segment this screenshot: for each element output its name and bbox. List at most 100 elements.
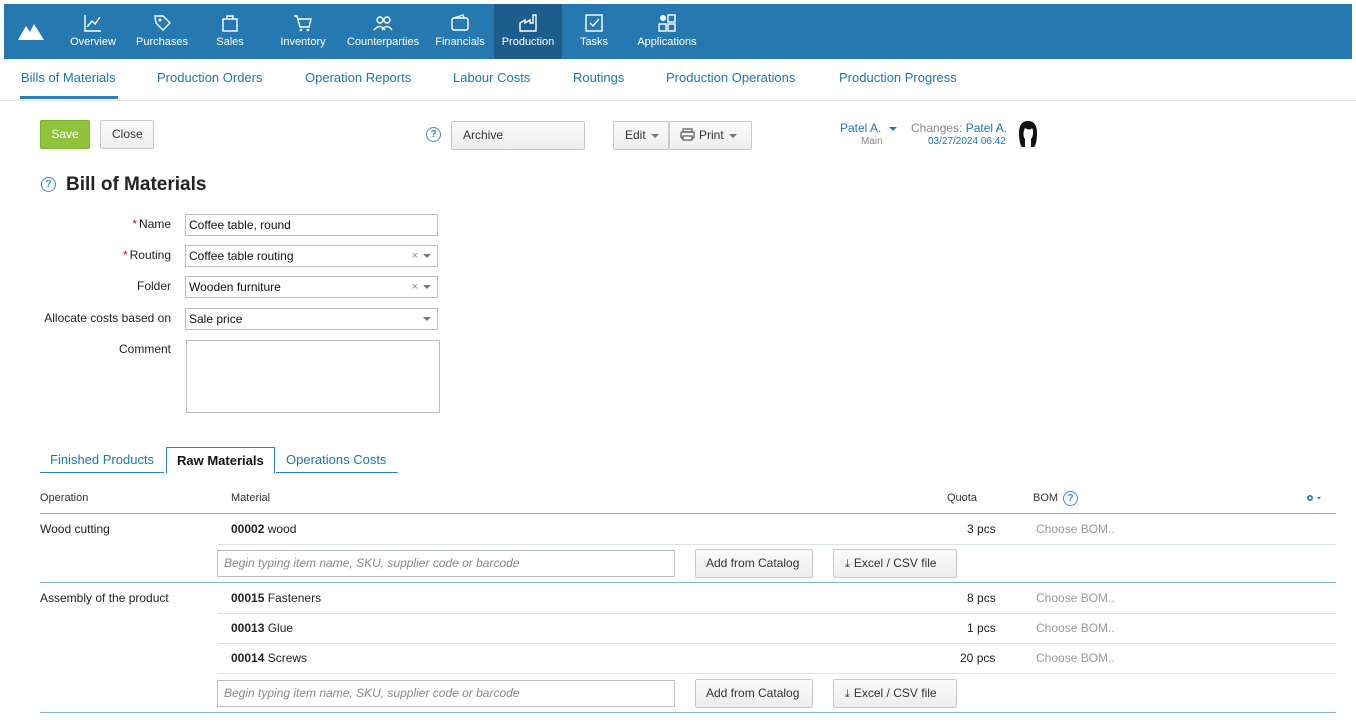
tab-raw-materials[interactable]: Raw Materials	[166, 447, 275, 473]
changes-label: Changes:	[911, 121, 963, 135]
cloud-logo-icon[interactable]	[16, 20, 46, 42]
material-code: 00013	[231, 621, 265, 635]
material-code: 00002	[231, 522, 265, 536]
folder-label: Folder	[136, 279, 171, 293]
clear-icon[interactable]: ×	[412, 281, 418, 293]
gear-icon[interactable]	[1305, 493, 1323, 503]
material-code: 00014	[231, 651, 265, 665]
archive-button[interactable]: Archive	[451, 121, 585, 150]
material-cell[interactable]: 00002 wood	[231, 522, 296, 536]
nav-overview[interactable]: Overview	[64, 4, 122, 59]
close-button[interactable]: Close	[100, 120, 154, 149]
subnav-production-operations[interactable]: Production Operations	[666, 70, 795, 85]
column-header-operation: Operation	[40, 492, 89, 504]
quota-cell[interactable]: 8 pcs	[967, 591, 996, 605]
print-label: Print	[699, 128, 724, 142]
changes-info: Changes: Patel A.	[911, 121, 1007, 135]
material-name: Fasteners	[267, 591, 322, 605]
nav-sales[interactable]: Sales	[210, 4, 250, 59]
print-menu-button[interactable]: Print	[669, 121, 752, 150]
choose-bom-select[interactable]: Choose BOM..	[1036, 522, 1115, 536]
subnav-production-progress[interactable]: Production Progress	[839, 70, 957, 85]
chevron-down-icon	[728, 133, 737, 138]
changes-date: 03/27/2024 06:42	[928, 136, 1006, 147]
material-cell[interactable]: 00014 Screws	[231, 651, 307, 665]
allocate-costs-value: Sale price	[189, 312, 243, 326]
excel-csv-label: Excel / CSV file	[853, 686, 937, 700]
excel-csv-import-button[interactable]: ⤓ Excel / CSV file	[833, 549, 957, 578]
row-divider	[218, 544, 1336, 545]
download-icon: ⤓	[845, 558, 850, 570]
item-search-input[interactable]: Begin typing item name, SKU, supplier co…	[217, 550, 675, 577]
name-label-text: Name	[138, 217, 171, 231]
subnav-routings[interactable]: Routings	[573, 70, 624, 85]
nav-label: Applications	[637, 36, 697, 48]
comment-field[interactable]	[186, 340, 440, 413]
quota-unit: pcs	[977, 621, 996, 635]
comment-label: Comment	[118, 342, 171, 356]
choose-bom-select[interactable]: Choose BOM..	[1036, 591, 1115, 605]
quota-value: 1	[967, 621, 974, 635]
item-search-input[interactable]: Begin typing item name, SKU, supplier co…	[217, 680, 675, 707]
title-help-icon[interactable]: ?	[41, 177, 56, 192]
nav-tasks[interactable]: Tasks	[574, 4, 614, 59]
add-from-catalog-button[interactable]: Add from Catalog	[695, 679, 813, 708]
name-field[interactable]: Coffee table, round	[185, 214, 438, 236]
subnav-labour-costs[interactable]: Labour Costs	[453, 70, 530, 85]
material-name: Glue	[267, 621, 294, 635]
row-divider	[218, 613, 1336, 614]
people-icon	[373, 16, 393, 31]
help-icon[interactable]: ?	[426, 127, 441, 142]
owner-group: Main	[861, 136, 883, 147]
material-cell[interactable]: 00015 Fasteners	[231, 591, 321, 605]
tab-operations-costs[interactable]: Operations Costs	[276, 447, 398, 473]
operation-cell: Wood cutting	[40, 522, 110, 536]
quota-cell[interactable]: 3 pcs	[967, 522, 996, 536]
routing-label-text: Routing	[129, 248, 171, 262]
material-cell[interactable]: 00013 Glue	[231, 621, 293, 635]
excel-csv-import-button[interactable]: ⤓ Excel / CSV file	[833, 679, 957, 708]
chevron-down-icon[interactable]	[423, 285, 431, 290]
choose-bom-select[interactable]: Choose BOM..	[1036, 651, 1115, 665]
subnav-production-orders[interactable]: Production Orders	[157, 70, 263, 85]
user-avatar-icon[interactable]	[1016, 119, 1040, 149]
group-divider	[40, 712, 1336, 713]
tab-finished-products[interactable]: Finished Products	[40, 447, 165, 473]
nav-purchases[interactable]: Purchases	[130, 4, 194, 59]
save-button[interactable]: Save	[40, 120, 90, 149]
nav-financials[interactable]: Financials	[430, 4, 490, 59]
row-divider	[218, 673, 1336, 674]
quota-cell[interactable]: 1 pcs	[967, 621, 996, 635]
routing-select[interactable]: Coffee table routing ×	[185, 245, 438, 267]
changes-user[interactable]: Patel A.	[966, 121, 1007, 135]
chevron-down-icon[interactable]	[423, 254, 431, 259]
nav-inventory[interactable]: Inventory	[274, 4, 332, 59]
nav-label: Production	[501, 36, 555, 48]
column-header-quota: Quota	[947, 492, 977, 504]
owner-selector[interactable]: Patel A.	[840, 121, 897, 135]
excel-csv-label: Excel / CSV file	[853, 556, 937, 570]
quota-unit: pcs	[976, 651, 996, 665]
quota-value: 20	[960, 651, 974, 665]
row-divider	[218, 643, 1336, 644]
subnav-bills-of-materials[interactable]: Bills of Materials	[21, 70, 116, 85]
nav-applications[interactable]: Applications	[634, 4, 700, 59]
chevron-down-icon[interactable]	[423, 317, 431, 322]
choose-bom-select[interactable]: Choose BOM..	[1036, 621, 1115, 635]
download-icon: ⤓	[845, 688, 850, 700]
subnav-operation-reports[interactable]: Operation Reports	[305, 70, 411, 85]
nav-counterparties[interactable]: Counterparties	[341, 4, 425, 59]
quota-cell[interactable]: 20 pcs	[960, 651, 995, 665]
column-header-bom: BOM	[1033, 492, 1059, 504]
chevron-down-icon	[888, 126, 897, 131]
page-title: Bill of Materials	[66, 174, 207, 195]
top-navigation-bar: Overview Purchases Sales Inventory Count…	[4, 4, 1352, 59]
folder-select[interactable]: Wooden furniture ×	[185, 276, 438, 298]
edit-menu-button[interactable]: Edit	[613, 121, 669, 150]
nav-production[interactable]: Production	[494, 4, 562, 59]
allocate-costs-label: Allocate costs based on	[44, 311, 171, 325]
clear-icon[interactable]: ×	[412, 250, 418, 262]
add-from-catalog-button[interactable]: Add from Catalog	[695, 549, 813, 578]
bom-help-icon[interactable]: ?	[1063, 491, 1078, 506]
allocate-costs-select[interactable]: Sale price	[185, 308, 438, 330]
